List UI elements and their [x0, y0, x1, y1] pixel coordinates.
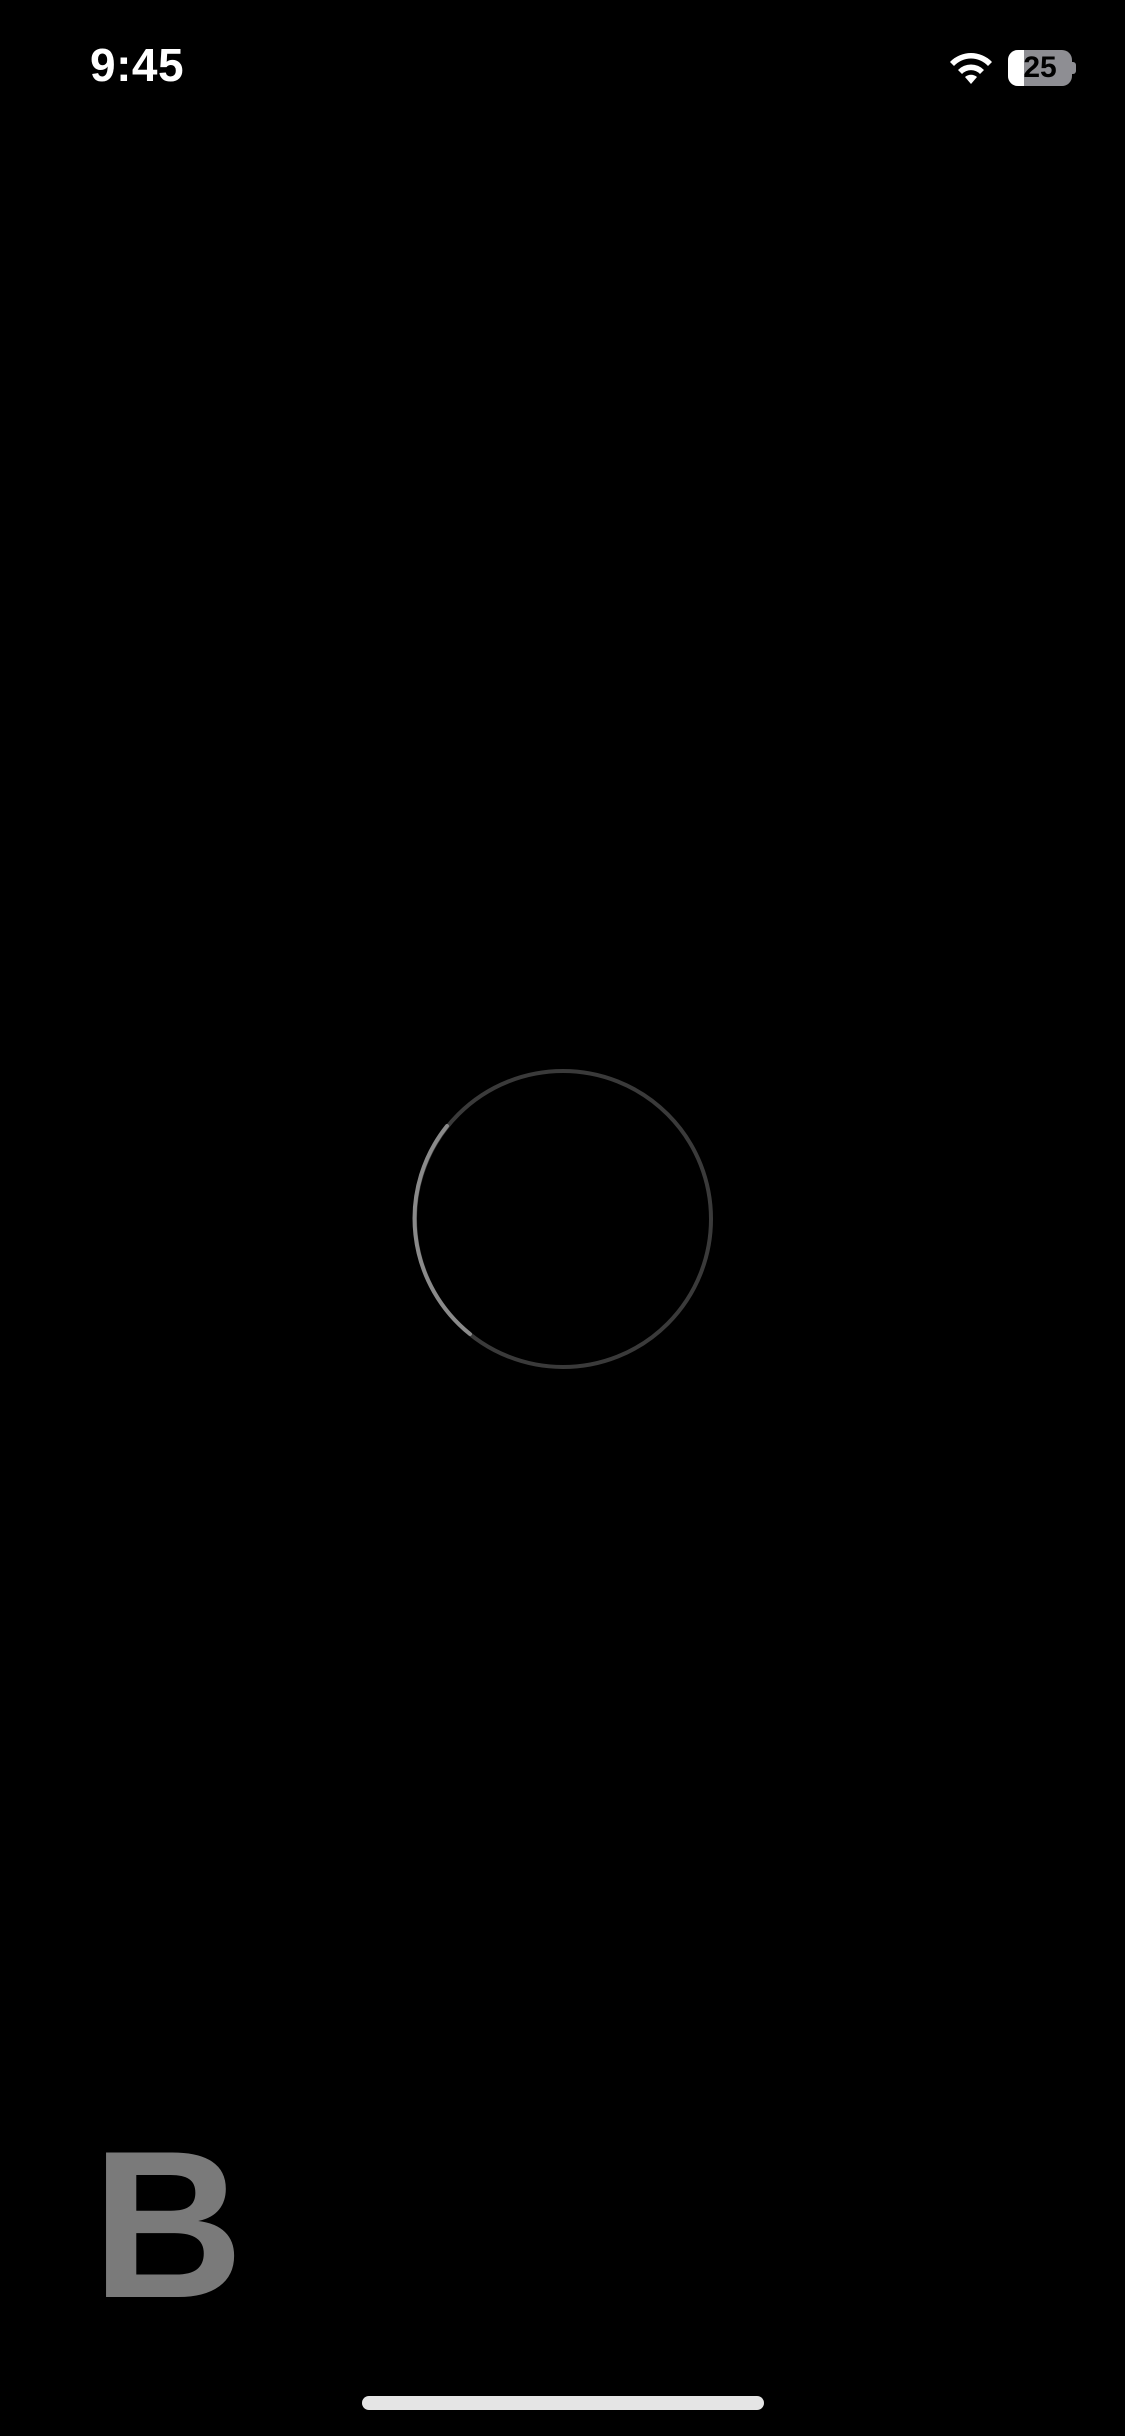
battery-cap: [1072, 62, 1076, 74]
loading-spinner-icon: [412, 1069, 713, 1369]
brand-logo-letter: B: [92, 2107, 244, 2342]
wifi-icon: [950, 53, 992, 84]
status-bar: 9:45 25: [0, 0, 1125, 140]
app-screen: 9:45 25 B: [0, 0, 1125, 2436]
battery-indicator: 25: [1008, 50, 1076, 88]
spinner-arc: [412, 1124, 472, 1336]
status-time: 9:45: [90, 39, 185, 91]
battery-percent: 25: [1023, 51, 1057, 84]
home-indicator[interactable]: [362, 2396, 764, 2410]
battery-body: 25: [1008, 50, 1072, 86]
